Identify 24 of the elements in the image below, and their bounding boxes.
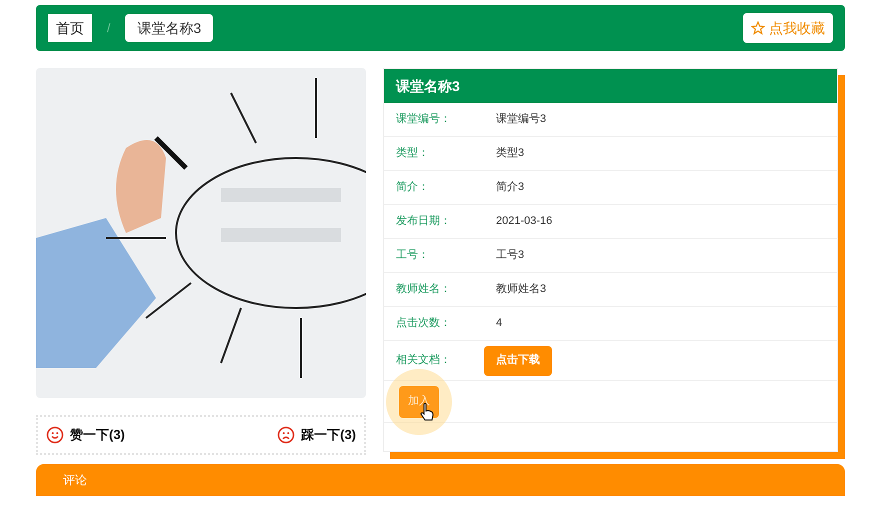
vote-link[interactable]: 踩一下(3)	[277, 425, 356, 445]
field-value: 4	[496, 316, 502, 332]
field-label: 类型：	[396, 146, 430, 162]
smiley-icon	[46, 426, 64, 444]
vote-link[interactable]: 赞一下(3)	[46, 425, 125, 445]
breadcrumb-separator: /	[107, 20, 110, 37]
breadcrumb-link[interactable]: 首页	[48, 14, 92, 42]
field-label: 工号：	[396, 248, 430, 264]
field-label: 相关文档：	[396, 352, 452, 368]
panel-title: 课堂名称3	[384, 69, 837, 103]
star-icon	[751, 21, 765, 35]
field-value: 类型3	[496, 146, 524, 162]
field-value: 教师姓名3	[496, 282, 546, 298]
field-value: 课堂编号3	[496, 112, 546, 128]
field-value: 2021-03-16	[496, 214, 552, 230]
field-value: 简介3	[496, 180, 524, 196]
frown-icon	[277, 426, 296, 444]
field-label: 教师姓名：	[396, 282, 452, 298]
field-label: 点击次数：	[396, 316, 452, 332]
field-label: 发布日期：	[396, 214, 452, 230]
field-value: 工号3	[496, 248, 524, 264]
breadcrumb-link[interactable]: 课堂名称3	[125, 14, 214, 42]
field-label: 课堂编号：	[396, 112, 452, 128]
field-label: 简介：	[396, 180, 430, 196]
